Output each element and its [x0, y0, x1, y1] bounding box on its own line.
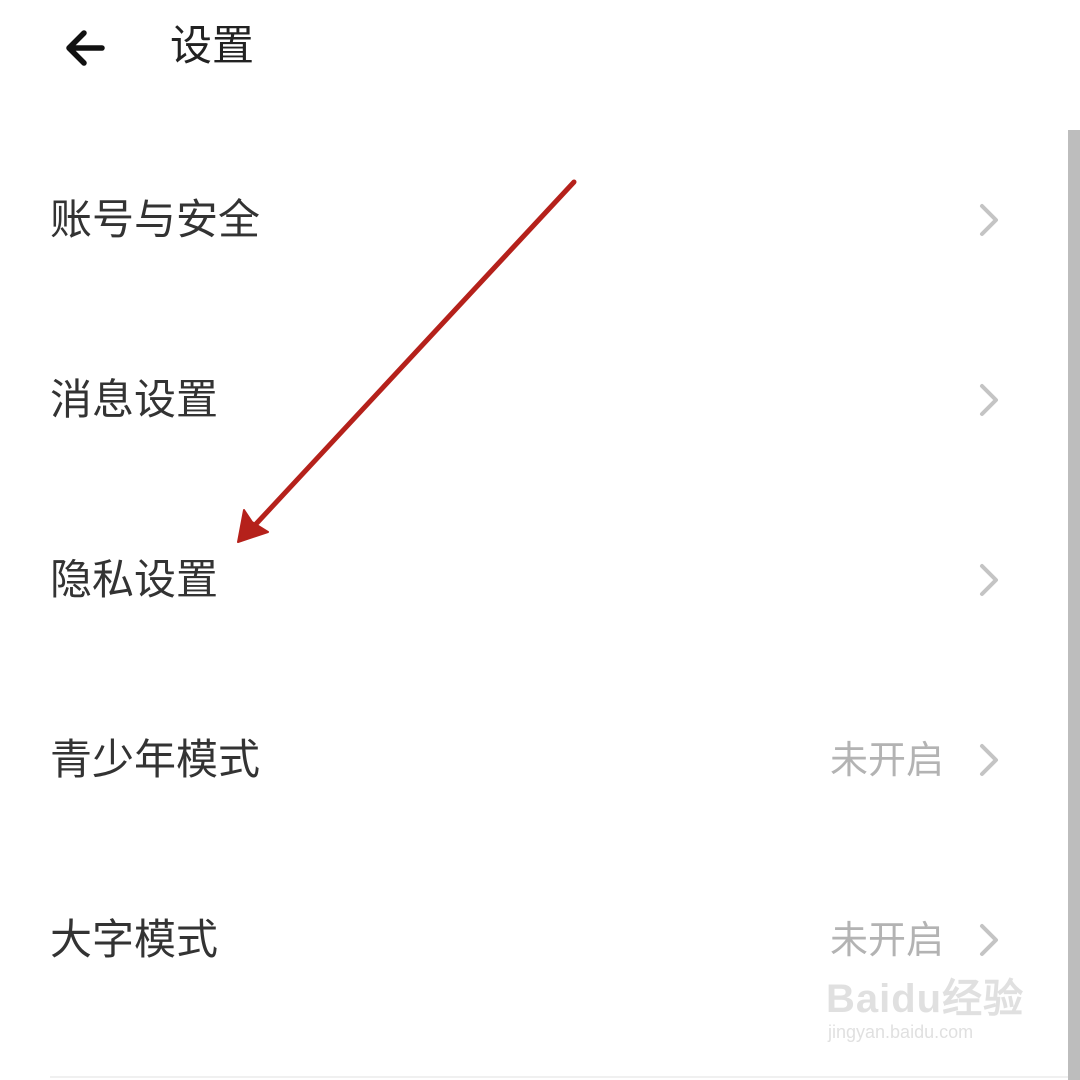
page-title: 设置 — [170, 21, 255, 70]
chevron-right-icon — [980, 204, 998, 236]
settings-item-label: 账号与安全 — [50, 195, 261, 244]
watermark-url: jingyan.baidu.com — [828, 1022, 974, 1042]
chevron-right-icon — [980, 744, 998, 776]
settings-list: 账号与安全 消息设置 隐私设置 青少年模式 未开启 大字模式 未开启 — [0, 130, 1068, 1030]
list-divider — [50, 1076, 1068, 1078]
chevron-right-icon — [980, 384, 998, 416]
watermark-logo: Baidu经验 — [826, 977, 1025, 1021]
chevron-right-icon — [980, 924, 998, 956]
settings-screen: 设置 账号与安全 消息设置 隐私设置 青少年模式 未开启 大字模式 未开启 Ba… — [0, 0, 1080, 1080]
baidu-jingyan-watermark: Baidu经验 jingyan.baidu.com — [826, 966, 1026, 1058]
arrow-left-icon — [66, 30, 105, 66]
settings-item-label: 大字模式 — [50, 915, 219, 964]
scrollbar[interactable] — [1068, 130, 1080, 1080]
settings-item-label: 隐私设置 — [50, 555, 219, 604]
settings-item-status: 未开启 — [829, 918, 944, 962]
settings-item-label: 消息设置 — [50, 375, 219, 424]
settings-item-teen-mode[interactable]: 青少年模式 未开启 — [0, 670, 1068, 850]
settings-item-privacy-settings[interactable]: 隐私设置 — [0, 490, 1068, 670]
settings-item-account-security[interactable]: 账号与安全 — [0, 130, 1068, 310]
app-header: 设置 — [0, 0, 1080, 96]
chevron-right-icon — [980, 564, 998, 596]
settings-item-label: 青少年模式 — [50, 735, 261, 784]
settings-item-status: 未开启 — [829, 738, 944, 782]
settings-item-message-settings[interactable]: 消息设置 — [0, 310, 1068, 490]
back-button[interactable] — [56, 18, 116, 78]
